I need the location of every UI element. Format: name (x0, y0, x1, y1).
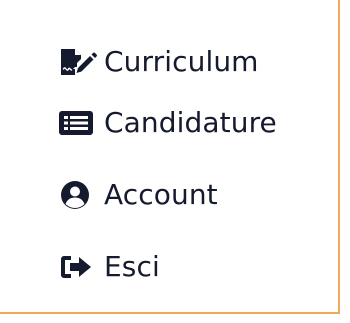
menu-item-label: Esci (104, 250, 160, 283)
user-menu-panel: Curriculum Candidature Account Esci (0, 0, 340, 314)
menu-item-curriculum[interactable]: Curriculum (58, 37, 277, 87)
menu-item-esci[interactable]: Esci (58, 231, 277, 303)
file-signature-icon (58, 47, 98, 77)
menu-item-label: Candidature (104, 106, 277, 139)
sign-out-icon (58, 252, 98, 282)
user-menu-list: Curriculum Candidature Account Esci (58, 37, 277, 303)
user-circle-icon (58, 180, 98, 210)
menu-item-account[interactable]: Account (58, 159, 277, 231)
menu-item-label: Account (104, 178, 218, 211)
list-alt-icon (58, 108, 98, 138)
menu-item-label: Curriculum (104, 45, 259, 78)
menu-item-candidature[interactable]: Candidature (58, 87, 277, 159)
